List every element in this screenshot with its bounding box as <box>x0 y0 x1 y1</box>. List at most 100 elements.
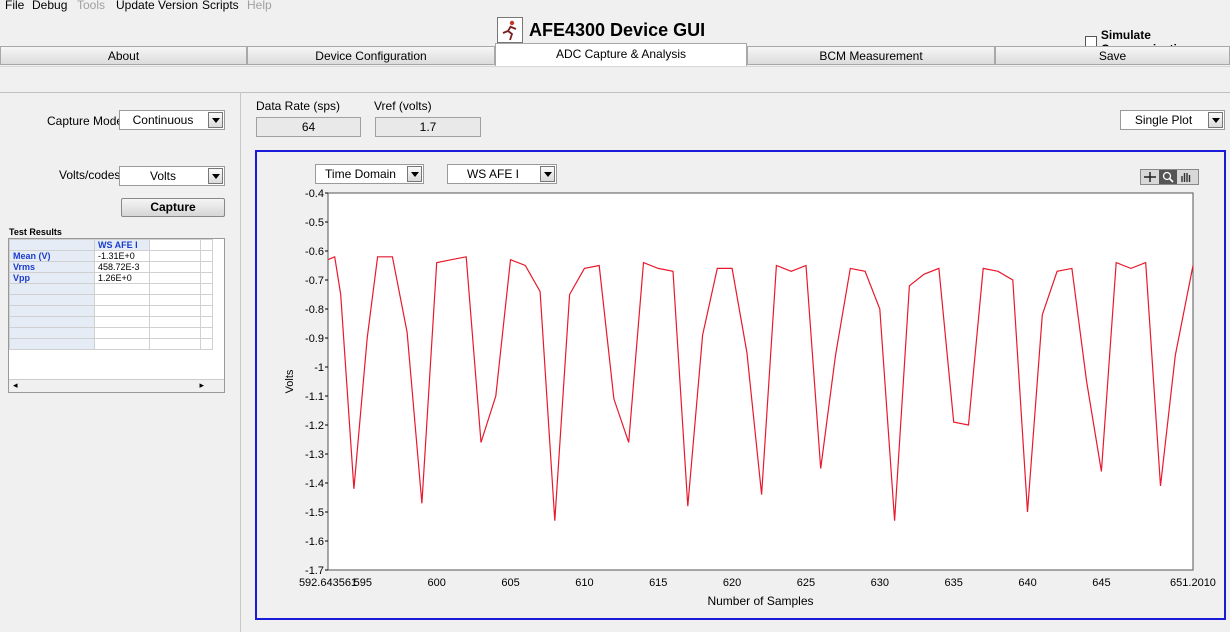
table-row <box>9 294 213 306</box>
capture-mode-label: Capture Mode <box>47 114 124 128</box>
chevron-down-icon[interactable] <box>540 166 555 182</box>
y-tick-label: -1.2 <box>305 420 324 432</box>
tab-bar: About Device Configuration ADC Capture &… <box>0 43 1230 66</box>
x-tick-label: 651.2010 <box>1170 577 1216 589</box>
column-header-ws-afe-i: WS AFE I <box>94 239 150 251</box>
cell-mean-value: -1.31E+0 <box>94 250 150 262</box>
table-row <box>9 338 213 350</box>
graph-tool-palette <box>1140 169 1199 185</box>
horizontal-scrollbar[interactable]: ◂ ▸ <box>9 379 224 392</box>
domain-dropdown[interactable]: Time Domain <box>315 164 424 184</box>
channel-value: WS AFE I <box>466 167 519 181</box>
x-tick-label: 600 <box>427 577 445 589</box>
menu-bar: File Debug Tools Update Version Scripts … <box>0 0 1230 14</box>
channel-dropdown[interactable]: WS AFE I <box>447 164 557 184</box>
tab-device-configuration[interactable]: Device Configuration <box>247 46 495 65</box>
table-cell <box>200 239 213 251</box>
data-rate-label: Data Rate (sps) <box>256 99 341 113</box>
capture-mode-value: Continuous <box>132 113 194 127</box>
y-tick-label: -1.3 <box>305 449 324 461</box>
chevron-down-icon[interactable] <box>208 168 223 184</box>
menu-scripts[interactable]: Scripts <box>202 0 239 12</box>
row-header-vrms: Vrms <box>9 261 95 273</box>
scroll-left-icon[interactable]: ◂ <box>13 380 18 391</box>
table-corner <box>9 239 95 251</box>
tab-save[interactable]: Save <box>995 46 1230 65</box>
capture-button[interactable]: Capture <box>121 198 225 217</box>
menu-debug[interactable]: Debug <box>32 0 67 12</box>
y-tick-label: -0.5 <box>305 217 324 229</box>
menu-help[interactable]: Help <box>247 0 272 12</box>
y-tick-label: -0.4 <box>305 188 324 200</box>
table-cell <box>149 239 201 251</box>
row-header-mean: Mean (V) <box>9 250 95 262</box>
volts-codes-dropdown[interactable]: Volts <box>119 166 225 186</box>
panel-divider <box>240 92 241 632</box>
plot-mode-value: Single Plot <box>1134 113 1193 127</box>
chevron-down-icon[interactable] <box>407 166 422 182</box>
cell-vpp-value: 1.26E+0 <box>94 272 150 284</box>
x-tick-label: 635 <box>945 577 963 589</box>
table-row <box>9 327 213 339</box>
zoom-icon[interactable] <box>1159 170 1177 184</box>
y-tick-label: -1.7 <box>305 565 324 577</box>
scroll-right-icon[interactable]: ▸ <box>199 380 204 391</box>
table-row <box>9 305 213 317</box>
row-header-vpp: Vpp <box>9 272 95 284</box>
y-tick-label: -1.6 <box>305 536 324 548</box>
volts-codes-value: Volts <box>149 169 176 183</box>
y-axis-label: Volts <box>284 369 296 393</box>
x-tick-label: 610 <box>575 577 593 589</box>
test-results-table[interactable]: WS AFE I Mean (V) -1.31E+0 Vrms 458.72E-… <box>8 238 225 393</box>
menu-tools[interactable]: Tools <box>77 0 105 12</box>
y-tick-label: -0.7 <box>305 275 324 287</box>
x-tick-label: 592.643561 <box>299 577 357 589</box>
menu-file[interactable]: File <box>5 0 24 12</box>
x-tick-label: 620 <box>723 577 741 589</box>
table-row: Mean (V) -1.31E+0 <box>9 250 213 262</box>
y-tick-label: -1 <box>314 362 324 374</box>
vref-value: 1.7 <box>375 117 481 137</box>
chart-axes <box>327 192 1194 571</box>
y-tick-label: -1.4 <box>305 478 324 490</box>
x-tick-label: 625 <box>797 577 815 589</box>
y-tick-label: -0.6 <box>305 246 324 258</box>
results-grid: WS AFE I Mean (V) -1.31E+0 Vrms 458.72E-… <box>9 239 213 350</box>
pan-hand-icon[interactable] <box>1177 170 1195 184</box>
x-axis-label: Number of Samples <box>707 594 813 608</box>
table-header-row: WS AFE I <box>9 239 213 251</box>
chart-x-tick-labels: 592.643561595 600 605 610 615 620 625 630 635 640… <box>299 577 1216 589</box>
crosshair-icon[interactable] <box>1141 170 1159 184</box>
tab-about[interactable]: About <box>0 46 247 65</box>
volts-chart[interactable]: -0.4 -0.5 -0.6 -0.7 -0.8 -0.9 -1 -1.1 -1.2 -1.3 -1… <box>257 185 1223 613</box>
runner-logo-icon <box>497 17 523 43</box>
chevron-down-icon[interactable] <box>208 112 223 128</box>
table-row: Vrms 458.72E-3 <box>9 261 213 273</box>
x-tick-label: 615 <box>649 577 667 589</box>
menu-update-version[interactable]: Update Version <box>116 0 198 12</box>
table-row <box>9 283 213 295</box>
vref-label: Vref (volts) <box>374 99 432 113</box>
domain-value: Time Domain <box>325 167 396 181</box>
plot-mode-dropdown[interactable]: Single Plot <box>1120 110 1225 130</box>
volts-codes-label: Volts/codes <box>59 168 121 182</box>
app-header: AFE4300 Device GUI <box>497 17 705 43</box>
chevron-down-icon[interactable] <box>1208 112 1223 128</box>
tab-bcm-measurement[interactable]: BCM Measurement <box>747 46 995 65</box>
cell-vrms-value: 458.72E-3 <box>94 261 150 273</box>
capture-mode-dropdown[interactable]: Continuous <box>119 110 225 130</box>
y-tick-label: -1.1 <box>305 391 324 403</box>
x-tick-label: 630 <box>871 577 889 589</box>
y-tick-label: -0.9 <box>305 333 324 345</box>
table-row <box>9 316 213 328</box>
tab-adc-capture-analysis[interactable]: ADC Capture & Analysis <box>495 43 747 66</box>
y-tick-label: -1.5 <box>305 507 324 519</box>
data-rate-value: 64 <box>256 117 361 137</box>
chart-y-tick-labels: -0.4 -0.5 -0.6 -0.7 -0.8 -0.9 -1 -1.1 -1.2 -1.3 -1… <box>305 188 328 577</box>
x-tick-label: 640 <box>1018 577 1036 589</box>
y-tick-label: -0.8 <box>305 304 324 316</box>
test-results-label: Test Results <box>9 227 62 237</box>
x-tick-label: 595 <box>354 577 372 589</box>
x-tick-label: 605 <box>501 577 519 589</box>
table-row: Vpp 1.26E+0 <box>9 272 213 284</box>
